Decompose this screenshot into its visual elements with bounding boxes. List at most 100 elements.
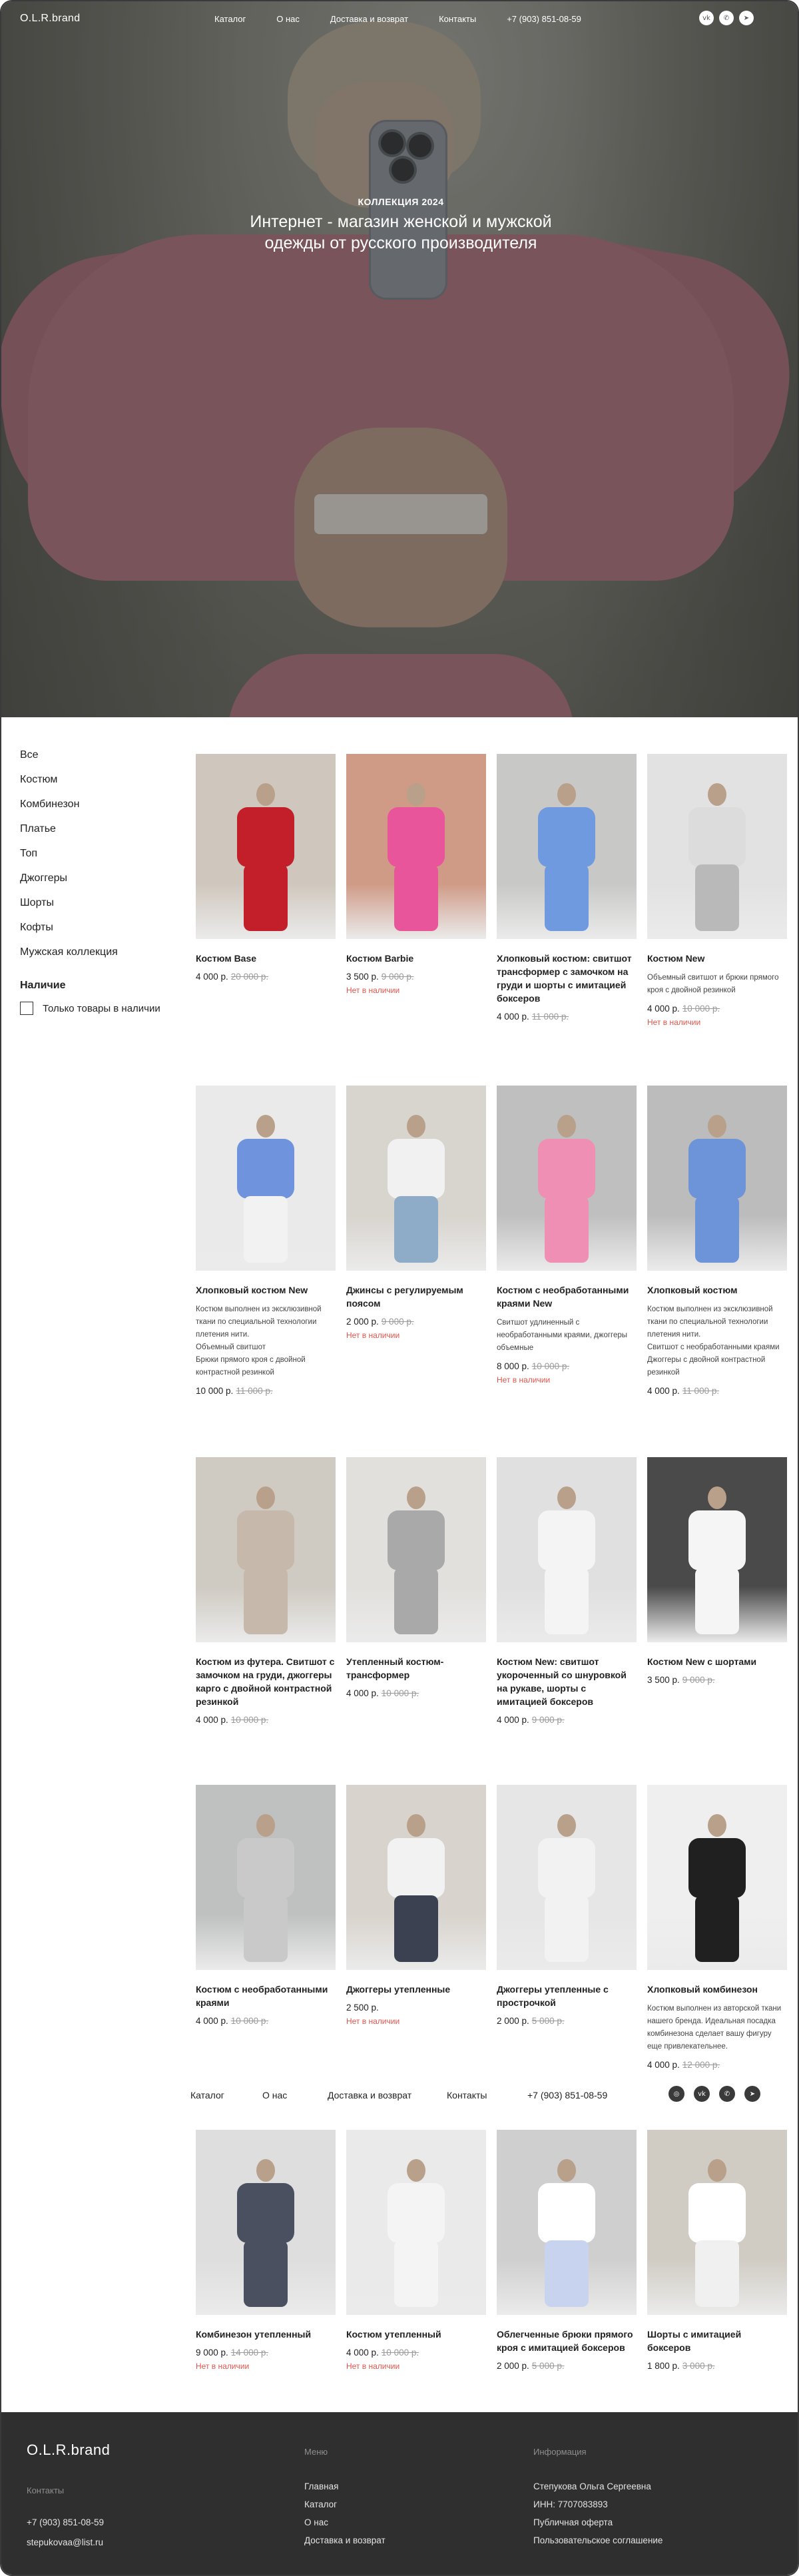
product-card[interactable]: Хлопковый костюм Костюм выполнен из экскл… bbox=[647, 1086, 787, 1396]
product-image[interactable] bbox=[346, 754, 486, 939]
category-sweatshirts[interactable]: Кофты bbox=[20, 921, 186, 946]
footer-menu-home[interactable]: Главная bbox=[304, 2481, 338, 2491]
category-all[interactable]: Все bbox=[20, 749, 186, 773]
product-card[interactable]: Костюм из футера. Свитшот с замочком на … bbox=[196, 1457, 336, 1725]
product-image[interactable] bbox=[196, 2130, 336, 2315]
product-image[interactable] bbox=[647, 1785, 787, 1970]
product-card[interactable]: Костюм New с шортами 3 500 р. 9 000 р. bbox=[647, 1457, 787, 1685]
product-name[interactable]: Хлопковый костюм New bbox=[196, 1283, 336, 1297]
product-card[interactable]: Костюм утепленный 4 000 р. 10 000 р. Нет в … bbox=[346, 2130, 486, 2371]
product-card[interactable]: Костюм Base 4 000 р. 20 000 р. bbox=[196, 754, 336, 982]
product-name[interactable]: Джоггеры утепленные с прострочкой bbox=[497, 1983, 637, 2009]
product-card[interactable]: Костюм с необработанными краями New Свитш… bbox=[497, 1086, 637, 1385]
product-image[interactable] bbox=[647, 2130, 787, 2315]
product-name[interactable]: Костюм New: свитшот укороченный со шнуро… bbox=[497, 1655, 637, 1708]
product-card[interactable]: Джинсы с регулируемым поясом 2 000 р. 9 00… bbox=[346, 1086, 486, 1340]
brand-logo[interactable]: O.L.R.brand bbox=[20, 13, 80, 25]
product-name[interactable]: Хлопковый костюм: свитшот трансформер с … bbox=[497, 952, 637, 1005]
product-image[interactable] bbox=[196, 1785, 336, 1970]
nav-contacts[interactable]: Контакты bbox=[439, 14, 476, 24]
footer-menu-delivery[interactable]: Доставка и возврат bbox=[304, 2535, 386, 2545]
product-image[interactable] bbox=[346, 2130, 486, 2315]
product-image[interactable] bbox=[647, 754, 787, 939]
product-card[interactable]: Костюм New Объемный свитшот и брюки прямо… bbox=[647, 754, 787, 1027]
product-name[interactable]: Костюм New bbox=[647, 952, 787, 965]
product-image[interactable] bbox=[196, 1086, 336, 1271]
footer-menu-about[interactable]: О нас bbox=[304, 2517, 328, 2527]
product-card[interactable]: Хлопковый костюм: свитшот трансформер с … bbox=[497, 754, 637, 1022]
footer-info-offer[interactable]: Публичная оферта bbox=[533, 2517, 613, 2527]
product-name[interactable]: Костюм Barbie bbox=[346, 952, 486, 965]
product-image[interactable] bbox=[497, 754, 637, 939]
nav-catalog[interactable]: Каталог bbox=[214, 14, 246, 24]
instagram-icon[interactable]: ◎ bbox=[668, 2086, 684, 2102]
product-image[interactable] bbox=[196, 754, 336, 939]
product-card[interactable]: Комбинезон утепленный 9 000 р. 14 000 р. Не… bbox=[196, 2130, 336, 2371]
footer-phone[interactable]: +7 (903) 851-08-59 bbox=[27, 2517, 104, 2527]
telegram-icon[interactable]: ➤ bbox=[744, 2086, 760, 2102]
category-suit[interactable]: Костюм bbox=[20, 773, 186, 798]
product-name[interactable]: Костюм утепленный bbox=[346, 2328, 486, 2341]
product-name[interactable]: Хлопковый костюм bbox=[647, 1283, 787, 1297]
product-card[interactable]: Костюм New: свитшот укороченный со шнуро… bbox=[497, 1457, 637, 1725]
product-image[interactable] bbox=[346, 1457, 486, 1642]
product-name[interactable]: Костюм с необработанными краями New bbox=[497, 1283, 637, 1310]
vk-icon[interactable]: vk bbox=[699, 11, 714, 25]
product-image[interactable] bbox=[346, 1086, 486, 1271]
footer-logo[interactable]: O.L.R.brand bbox=[27, 2441, 110, 2459]
product-name[interactable]: Шорты с имитацией боксеров bbox=[647, 2328, 787, 2354]
product-card[interactable]: Костюм с необработанными краями 4 000 р. 1… bbox=[196, 1785, 336, 2026]
nav-phone[interactable]: +7 (903) 851-08-59 bbox=[507, 14, 581, 24]
product-card[interactable]: Костюм Barbie 3 500 р. 9 000 р. Нет в налич… bbox=[346, 754, 486, 995]
category-top[interactable]: Топ bbox=[20, 847, 186, 872]
product-name[interactable]: Утепленный костюм-трансформер bbox=[346, 1655, 486, 1682]
product-card[interactable]: Хлопковый костюм New Костюм выполнен из э… bbox=[196, 1086, 336, 1396]
footer-info-agreement[interactable]: Пользовательское соглашение bbox=[533, 2535, 663, 2545]
product-name[interactable]: Костюм из футера. Свитшот с замочком на … bbox=[196, 1655, 336, 1708]
product-card[interactable]: Хлопковый комбинезон Костюм выполнен из а… bbox=[647, 1785, 787, 2070]
product-name[interactable]: Костюм с необработанными краями bbox=[196, 1983, 336, 2009]
category-mens[interactable]: Мужская коллекция bbox=[20, 946, 186, 970]
product-image[interactable] bbox=[196, 1457, 336, 1642]
product-image[interactable] bbox=[647, 1457, 787, 1642]
product-image[interactable] bbox=[647, 1086, 787, 1271]
product-card[interactable]: Утепленный костюм-трансформер 4 000 р. 10 … bbox=[346, 1457, 486, 1698]
product-name[interactable]: Хлопковый комбинезон bbox=[647, 1983, 787, 1996]
in-stock-checkbox[interactable] bbox=[20, 1002, 33, 1015]
product-old-price: 3 000 р. bbox=[682, 2361, 715, 2371]
product-name[interactable]: Костюм New с шортами bbox=[647, 1655, 787, 1668]
product-name[interactable]: Облегченные брюки прямого кроя с имитаци… bbox=[497, 2328, 637, 2354]
product-name[interactable]: Джинсы с регулируемым поясом bbox=[346, 1283, 486, 1310]
product-price-row: 4 000 р. 10 000 р. bbox=[196, 1715, 336, 1725]
product-image[interactable] bbox=[497, 1457, 637, 1642]
footer-menu-catalog[interactable]: Каталог bbox=[304, 2499, 337, 2509]
category-joggers[interactable]: Джоггеры bbox=[20, 872, 186, 896]
vk-icon[interactable]: vk bbox=[694, 2086, 710, 2102]
footer-email[interactable]: stepukovaa@list.ru bbox=[27, 2537, 103, 2547]
nav-about[interactable]: О нас bbox=[276, 14, 300, 24]
product-card[interactable]: Облегченные брюки прямого кроя с имитаци… bbox=[497, 2130, 637, 2371]
inline-nav-delivery[interactable]: Доставка и возврат bbox=[328, 2090, 411, 2100]
product-name[interactable]: Костюм Base bbox=[196, 952, 336, 965]
inline-nav-about[interactable]: О нас bbox=[262, 2090, 287, 2100]
category-jumpsuit[interactable]: Комбинезон bbox=[20, 798, 186, 822]
product-image[interactable] bbox=[497, 1086, 637, 1271]
product-card[interactable]: Шорты с имитацией боксеров 1 800 р. 3 000 … bbox=[647, 2130, 787, 2371]
product-image[interactable] bbox=[497, 1785, 637, 1970]
product-name[interactable]: Джоггеры утепленные bbox=[346, 1983, 486, 1996]
product-card[interactable]: Джоггеры утепленные 2 500 р. Нет в наличии bbox=[346, 1785, 486, 2026]
product-card[interactable]: Джоггеры утепленные с прострочкой 2 000 р… bbox=[497, 1785, 637, 2026]
telegram-icon[interactable]: ➤ bbox=[739, 11, 754, 25]
category-shorts[interactable]: Шорты bbox=[20, 896, 186, 921]
inline-nav-catalog[interactable]: Каталог bbox=[190, 2090, 224, 2100]
product-name[interactable]: Комбинезон утепленный bbox=[196, 2328, 336, 2341]
category-dress[interactable]: Платье bbox=[20, 822, 186, 847]
in-stock-filter[interactable]: Только товары в наличии bbox=[20, 1002, 186, 1015]
nav-delivery[interactable]: Доставка и возврат bbox=[330, 14, 408, 24]
inline-nav-phone[interactable]: +7 (903) 851-08-59 bbox=[527, 2090, 607, 2100]
inline-nav-contacts[interactable]: Контакты bbox=[447, 2090, 487, 2100]
product-image[interactable] bbox=[497, 2130, 637, 2315]
product-image[interactable] bbox=[346, 1785, 486, 1970]
whatsapp-icon[interactable]: ✆ bbox=[719, 11, 734, 25]
whatsapp-icon[interactable]: ✆ bbox=[719, 2086, 735, 2102]
